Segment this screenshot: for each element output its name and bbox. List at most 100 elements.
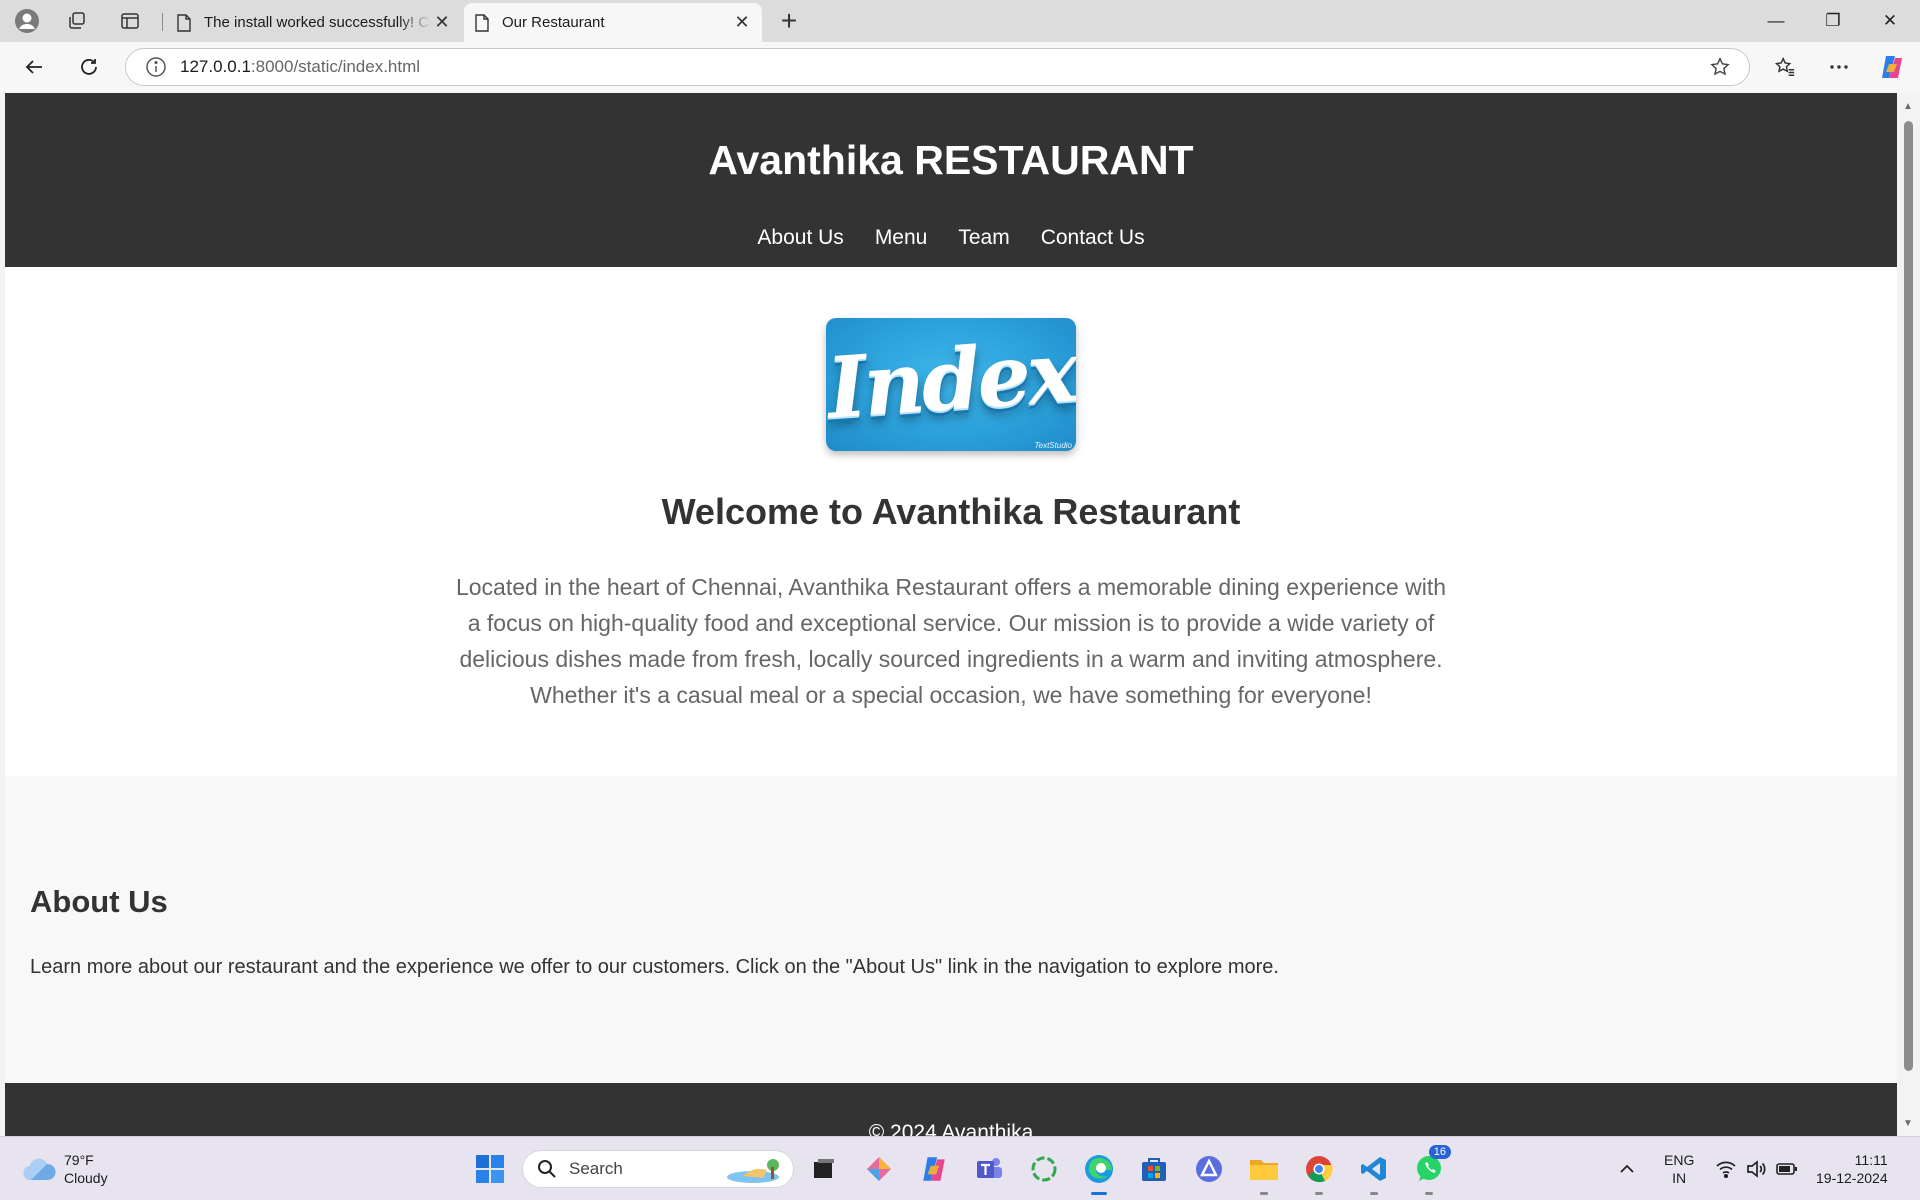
welcome-heading: Welcome to Avanthika Restaurant xyxy=(661,491,1241,532)
nav-link-team[interactable]: Team xyxy=(958,226,1009,250)
close-window-button[interactable]: ✕ xyxy=(1862,0,1918,42)
new-tab-button[interactable]: + xyxy=(771,3,807,39)
running-app-indicator xyxy=(1315,1192,1323,1195)
notification-badge: 16 xyxy=(1428,1145,1451,1159)
profile-icon[interactable] xyxy=(9,3,45,39)
taskbar-app-refresh[interactable] xyxy=(1024,1149,1064,1189)
back-button[interactable] xyxy=(16,49,52,85)
tray-overflow-button[interactable] xyxy=(1618,1137,1636,1200)
taskbar-task-view[interactable] xyxy=(804,1149,844,1189)
running-app-indicator xyxy=(1425,1192,1433,1195)
footer-copyright: © 2024 Avanthika xyxy=(868,1121,1034,1136)
weather-temp: 79°F xyxy=(64,1152,94,1168)
search-label: Search xyxy=(569,1159,623,1178)
taskbar-app-copilot[interactable] xyxy=(914,1149,954,1189)
site-footer: © 2024 Avanthika xyxy=(5,1083,1897,1136)
volume-icon xyxy=(1747,1160,1766,1178)
about-heading: About Us xyxy=(30,884,168,919)
taskbar-app-triangle[interactable] xyxy=(1189,1149,1229,1189)
tab-title: The install worked successfully! Congrat… xyxy=(204,14,432,31)
region-code: IN xyxy=(1672,1170,1687,1186)
diamond-app-icon xyxy=(867,1157,891,1181)
tab-install-success[interactable]: The install worked successfully! Congrat… xyxy=(166,3,462,42)
vertical-tabs-icon[interactable] xyxy=(112,3,148,39)
site-nav: About Us Menu Team Contact Us xyxy=(5,226,1897,250)
page-viewport: Avanthika RESTAURANT About Us Menu Team … xyxy=(5,93,1897,1136)
clock-date: 19-12-2024 xyxy=(1816,1170,1888,1186)
scroll-down-arrow-icon[interactable]: ▼ xyxy=(1903,1118,1913,1129)
taskbar-app-file-explorer[interactable] xyxy=(1244,1149,1284,1195)
windows-logo-icon xyxy=(476,1155,504,1183)
edge-icon xyxy=(1085,1155,1113,1183)
refresh-icon xyxy=(81,59,97,75)
site-title: Avanthika RESTAURANT xyxy=(708,137,1194,183)
taskbar-app-vscode[interactable] xyxy=(1354,1149,1394,1195)
more-dots-icon xyxy=(1830,65,1848,69)
workspaces-icon[interactable] xyxy=(59,3,95,39)
search-icon xyxy=(538,1160,556,1178)
taskbar-app-whatsapp[interactable]: 16 xyxy=(1409,1145,1451,1195)
tab-divider xyxy=(162,13,163,31)
scrollbar-thumb[interactable] xyxy=(1904,121,1913,1071)
taskbar: 79°F Cloudy Search 16 ENG IN 11:11 19-12… xyxy=(0,1136,1920,1200)
more-menu-button[interactable] xyxy=(1821,49,1857,85)
chrome-icon xyxy=(1306,1156,1333,1183)
taskbar-app-edge[interactable] xyxy=(1079,1149,1119,1195)
copilot-button[interactable] xyxy=(1874,49,1910,85)
system-status-icons[interactable] xyxy=(1716,1137,1798,1200)
search-highlight-icon xyxy=(727,1159,779,1183)
close-tab-icon[interactable]: ✕ xyxy=(732,12,752,33)
copilot-icon xyxy=(1882,56,1902,78)
circular-app-icon xyxy=(1031,1156,1057,1182)
intro-paragraph: Located in the heart of Chennai, Avanthi… xyxy=(455,574,1447,708)
site-header: Avanthika RESTAURANT About Us Menu Team … xyxy=(5,93,1897,267)
battery-icon xyxy=(1776,1163,1797,1175)
page-icon xyxy=(177,13,191,32)
close-tab-icon[interactable]: ✕ xyxy=(432,12,452,33)
logo-watermark: TextStudio xyxy=(1034,441,1072,450)
browser-tabstrip: The install worked successfully! Congrat… xyxy=(0,0,1920,42)
cloud-icon xyxy=(23,1158,56,1181)
store-icon xyxy=(1142,1158,1166,1181)
active-app-indicator xyxy=(1091,1192,1107,1195)
url-text[interactable]: 127.0.0.1:8000/static/index.html xyxy=(180,57,420,77)
logo-text: Index xyxy=(826,321,1076,438)
back-arrow-icon xyxy=(25,60,42,74)
page-icon xyxy=(475,13,489,32)
nav-link-contact-us[interactable]: Contact Us xyxy=(1041,226,1145,250)
start-button[interactable] xyxy=(470,1149,510,1189)
tab-title: Our Restaurant xyxy=(502,14,605,31)
chevron-up-icon xyxy=(1620,1164,1634,1173)
taskbar-app-teams[interactable] xyxy=(969,1149,1009,1189)
favorites-button[interactable] xyxy=(1767,49,1803,85)
minimize-button[interactable]: — xyxy=(1748,0,1804,42)
folder-icon xyxy=(1250,1160,1278,1180)
taskbar-search-box[interactable]: Search xyxy=(522,1150,794,1188)
nav-link-menu[interactable]: Menu xyxy=(875,226,928,250)
about-section: About Us Learn more about our restaurant… xyxy=(5,776,1897,1083)
weather-condition: Cloudy xyxy=(64,1170,108,1186)
weather-widget[interactable]: 79°F Cloudy xyxy=(22,1151,108,1187)
restore-button[interactable]: ❐ xyxy=(1805,0,1861,42)
taskbar-app-widgets[interactable] xyxy=(859,1149,899,1189)
site-info-icon[interactable] xyxy=(144,55,168,79)
tab-our-restaurant[interactable]: Our Restaurant ✕ xyxy=(464,3,762,42)
taskbar-app-store[interactable] xyxy=(1134,1149,1174,1189)
task-view-icon xyxy=(814,1159,834,1178)
taskbar-app-chrome[interactable] xyxy=(1299,1149,1339,1195)
page-scrollbar[interactable]: ▲ ▼ xyxy=(1897,93,1920,1136)
language-indicator[interactable]: ENG IN xyxy=(1664,1137,1694,1200)
favorite-star-icon[interactable] xyxy=(1709,56,1731,78)
address-bar[interactable]: 127.0.0.1:8000/static/index.html xyxy=(125,48,1750,86)
scroll-up-arrow-icon[interactable]: ▲ xyxy=(1903,101,1913,112)
favorites-icon xyxy=(1774,57,1795,76)
refresh-button[interactable] xyxy=(71,49,107,85)
running-app-indicator xyxy=(1260,1192,1268,1195)
triangle-app-icon xyxy=(1196,1156,1222,1182)
wifi-icon xyxy=(1716,1161,1736,1178)
about-text: Learn more about our restaurant and the … xyxy=(30,956,1279,978)
clock[interactable]: 11:11 19-12-2024 xyxy=(1816,1137,1888,1200)
clock-time: 11:11 xyxy=(1854,1152,1888,1168)
browser-toolbar: 127.0.0.1:8000/static/index.html xyxy=(0,42,1920,92)
nav-link-about-us[interactable]: About Us xyxy=(757,226,843,250)
